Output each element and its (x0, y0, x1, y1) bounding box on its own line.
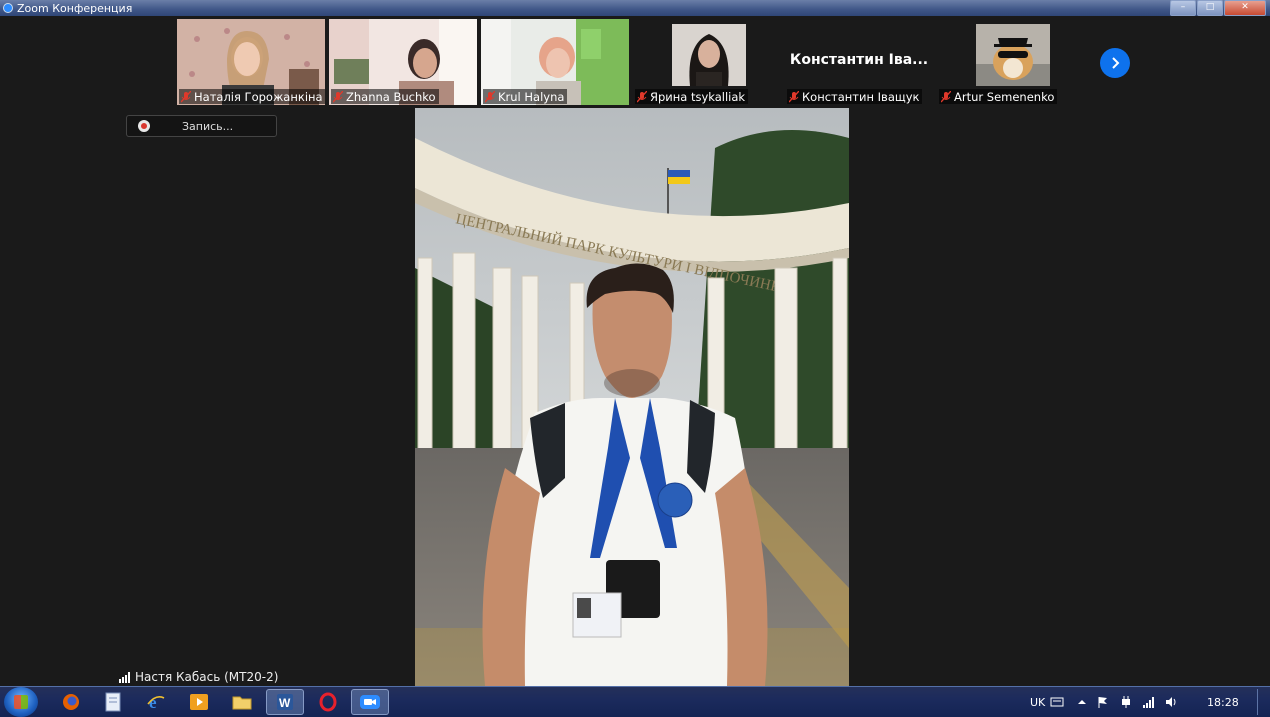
participant-name: Наталія Горожанкіна (194, 89, 323, 104)
svg-text:W: W (279, 696, 291, 710)
mic-muted-icon (941, 90, 951, 102)
participant-name: Zhanna Buchko (346, 89, 436, 104)
participant-name-tag: Krul Halyna (483, 89, 568, 104)
mic-muted-icon (789, 90, 799, 102)
participant-name-tag: Zhanna Buchko (331, 89, 439, 104)
chevron-right-icon (1112, 57, 1120, 69)
participant-name: Artur Semenenko (954, 89, 1055, 104)
start-button[interactable] (4, 687, 38, 717)
volume-icon[interactable] (1164, 695, 1178, 709)
participant-name-tag: Ярина tsykalliak (635, 89, 749, 104)
taskbar-document[interactable] (94, 689, 132, 715)
active-speaker-label: Настя Кабась (МТ20-2) (119, 669, 278, 685)
participant-tile[interactable]: Krul Halyna (481, 19, 629, 105)
active-speaker-name: Настя Кабась (МТ20-2) (135, 670, 279, 684)
taskbar-opera[interactable] (309, 689, 347, 715)
show-hidden-icons-icon[interactable] (1075, 695, 1089, 709)
internet-explorer-icon: e (147, 693, 165, 712)
network-signal-icon[interactable] (1142, 695, 1156, 709)
close-button[interactable]: ✕ (1224, 0, 1266, 16)
maximize-button[interactable]: □ (1197, 0, 1223, 16)
mic-muted-icon (181, 90, 191, 102)
participant-tile[interactable]: Наталія Горожанкіна (177, 19, 325, 105)
taskbar-internet-explorer[interactable]: e (137, 689, 175, 715)
participant-name-tag: Наталія Горожанкіна (179, 89, 325, 104)
word-icon: W (277, 694, 293, 710)
taskbar-file-explorer[interactable] (223, 689, 261, 715)
file-explorer-icon (232, 696, 252, 710)
participant-tile[interactable]: Константин Іва... Константин Іващук (785, 19, 933, 105)
taskbar-media-player[interactable] (180, 689, 218, 715)
opera-icon (319, 692, 337, 712)
window-title: Zoom Конференция (17, 1, 133, 15)
participant-name: Ярина tsykalliak (650, 89, 746, 104)
zoom-app-icon (3, 3, 13, 13)
next-page-button[interactable] (1100, 48, 1130, 78)
recording-indicator[interactable]: Запись... (126, 115, 277, 137)
firefox-icon (63, 694, 79, 710)
main-speaker-video: ЦЕНТРАЛЬНИЙ ПАРК КУЛЬТУРИ І ВІДПОЧИНКУ (415, 108, 849, 686)
participant-tile[interactable]: Ярина tsykalliak (633, 19, 781, 105)
profile-photo (672, 24, 746, 86)
action-center-flag-icon[interactable] (1096, 695, 1110, 709)
record-icon (138, 120, 150, 132)
participant-name-tag: Константин Іващук (787, 89, 923, 104)
window-titlebar: Zoom Конференция – □ ✕ (0, 0, 1270, 16)
zoom-icon (360, 695, 380, 709)
system-clock[interactable]: 18:28 (1207, 687, 1239, 717)
participant-avatar (672, 24, 746, 86)
participant-tile[interactable]: Zhanna Buchko (329, 19, 477, 105)
speaker-video-frame: ЦЕНТРАЛЬНИЙ ПАРК КУЛЬТУРИ І ВІДПОЧИНКУ (415, 108, 849, 686)
taskbar-firefox[interactable] (52, 689, 90, 715)
taskbar-word[interactable]: W (266, 689, 304, 715)
media-player-icon (190, 694, 208, 710)
participant-name-tag: Artur Semenenko (939, 89, 1058, 104)
keyboard-icon[interactable] (1050, 695, 1064, 709)
participant-tile[interactable]: Artur Semenenko (937, 19, 1085, 105)
participant-display-name: Константин Іва... (789, 52, 929, 68)
minimize-button[interactable]: – (1170, 0, 1196, 16)
window-controls: – □ ✕ (1170, 0, 1266, 16)
recording-label: Запись... (182, 119, 234, 133)
mic-muted-icon (333, 90, 343, 102)
document-icon (105, 692, 121, 712)
participant-name: Константин Іващук (802, 89, 920, 104)
taskbar-zoom[interactable] (351, 689, 389, 715)
windows-taskbar: e W UK 18:28 (0, 686, 1270, 717)
show-desktop-button[interactable] (1257, 689, 1268, 715)
language-indicator[interactable]: UK (1030, 687, 1045, 717)
participant-avatar (976, 24, 1050, 86)
signal-strength-icon (119, 671, 130, 683)
power-plug-icon[interactable] (1119, 695, 1133, 709)
dog-avatar-photo (976, 24, 1050, 86)
mic-muted-icon (485, 90, 495, 102)
mic-muted-icon (637, 90, 647, 102)
participant-name: Krul Halyna (498, 89, 565, 104)
